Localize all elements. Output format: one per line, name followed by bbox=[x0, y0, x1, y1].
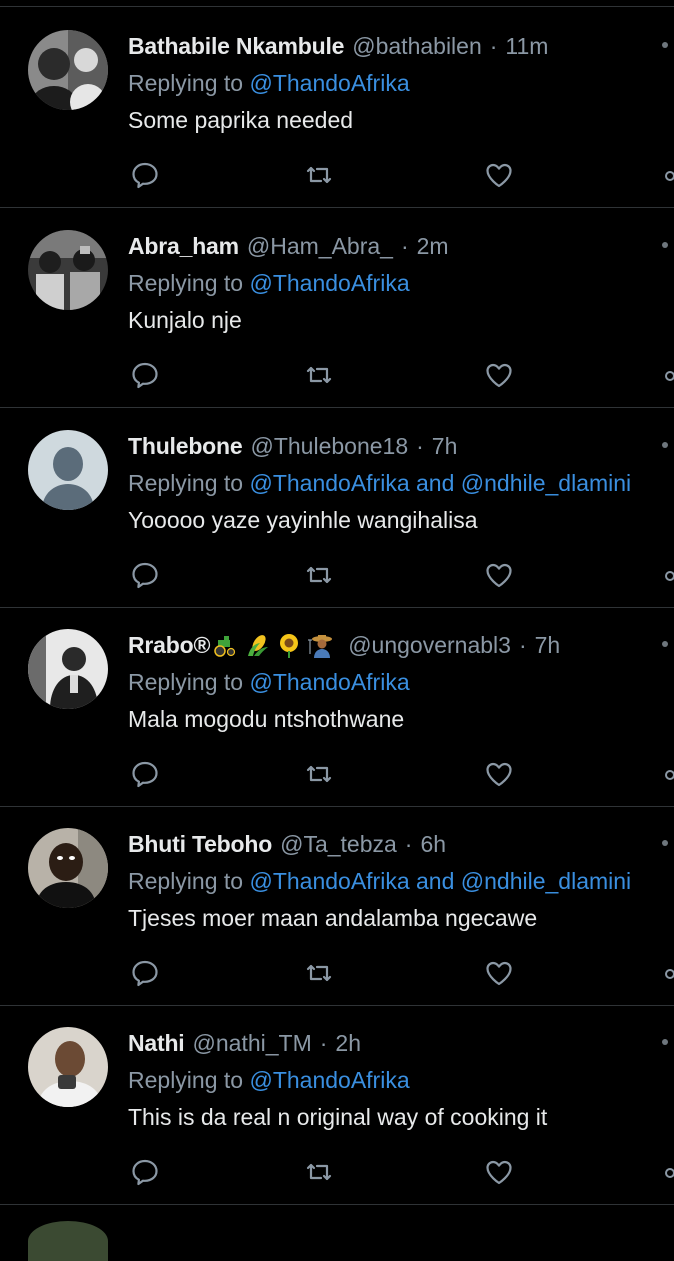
user-handle[interactable]: @Ham_Abra_ bbox=[247, 232, 393, 260]
tractor-emoji bbox=[214, 636, 236, 657]
tweet-actions bbox=[128, 560, 674, 592]
top-divider bbox=[0, 6, 674, 7]
separator-dot: · bbox=[518, 632, 527, 658]
avatar[interactable] bbox=[28, 1027, 108, 1107]
retweet-icon[interactable] bbox=[304, 1157, 334, 1187]
separator-dot: · bbox=[489, 33, 498, 59]
user-handle[interactable]: @nathi_TM bbox=[193, 1029, 312, 1057]
user-handle[interactable]: @Ta_tebza bbox=[280, 830, 397, 858]
share-icon[interactable] bbox=[662, 160, 674, 190]
replying-to-label: Replying to bbox=[128, 270, 250, 296]
more-icon[interactable] bbox=[662, 1039, 668, 1045]
avatar[interactable] bbox=[28, 230, 108, 310]
tweet-actions bbox=[128, 958, 674, 990]
tweet-text: Some paprika needed bbox=[128, 107, 354, 133]
more-icon[interactable] bbox=[662, 641, 668, 647]
reply-icon[interactable] bbox=[130, 160, 160, 190]
display-name[interactable]: Thulebone bbox=[128, 432, 243, 460]
tweet-text: Tjeses moer maan andalamba ngecawe bbox=[128, 905, 538, 931]
share-icon[interactable] bbox=[662, 759, 674, 789]
mention-link[interactable]: @ThandoAfrika bbox=[249, 70, 409, 96]
more-icon[interactable] bbox=[662, 442, 668, 448]
retweet-icon[interactable] bbox=[304, 160, 334, 190]
reply-tweet[interactable]: Abra_ham @Ham_Abra_ · 2m Replying to @Th… bbox=[0, 208, 674, 408]
more-icon[interactable] bbox=[662, 840, 668, 846]
retweet-icon[interactable] bbox=[304, 759, 334, 789]
avatar[interactable] bbox=[28, 629, 108, 709]
retweet-icon[interactable] bbox=[304, 958, 334, 988]
mention-link[interactable]: @ThandoAfrika bbox=[249, 270, 409, 296]
separator-dot: · bbox=[404, 831, 413, 857]
farmer-emoji bbox=[308, 635, 333, 658]
like-icon[interactable] bbox=[484, 958, 514, 988]
tweet-text: Kunjalo nje bbox=[128, 307, 242, 333]
reply-tweet[interactable]: Bhuti Teboho @Ta_tebza · 6h Replying to … bbox=[0, 806, 674, 1006]
more-icon[interactable] bbox=[662, 42, 668, 48]
like-icon[interactable] bbox=[484, 1157, 514, 1187]
tweet-actions bbox=[128, 160, 674, 192]
reply-icon[interactable] bbox=[130, 360, 160, 390]
timestamp[interactable]: 2h bbox=[335, 1029, 361, 1057]
share-icon[interactable] bbox=[662, 1157, 674, 1187]
tweet-actions bbox=[128, 360, 674, 392]
like-icon[interactable] bbox=[484, 560, 514, 590]
replying-to-label: Replying to bbox=[128, 470, 250, 496]
display-name[interactable]: Abra_ham bbox=[128, 232, 239, 260]
timestamp[interactable]: 2m bbox=[417, 232, 449, 260]
separator-dot: · bbox=[400, 233, 409, 259]
avatar[interactable] bbox=[28, 30, 108, 110]
reply-icon[interactable] bbox=[130, 759, 160, 789]
display-name[interactable]: Bhuti Teboho bbox=[128, 830, 272, 858]
replying-to-label: Replying to bbox=[128, 1067, 250, 1093]
timestamp[interactable]: 7h bbox=[535, 631, 561, 659]
display-name[interactable]: Nathi bbox=[128, 1029, 185, 1057]
corn-emoji bbox=[248, 635, 269, 656]
reply-tweet[interactable]: Bathabile Nkambule @bathabilen · 11m Rep… bbox=[0, 8, 674, 208]
reply-icon[interactable] bbox=[130, 560, 160, 590]
reply-tweet[interactable]: Rrabo® @ungovernabl3 · 7h Replying to @T… bbox=[0, 607, 674, 807]
retweet-icon[interactable] bbox=[304, 560, 334, 590]
avatar[interactable] bbox=[28, 828, 108, 908]
share-icon[interactable] bbox=[662, 560, 674, 590]
mention-link[interactable]: @ThandoAfrika bbox=[249, 669, 409, 695]
separator-dot: · bbox=[416, 433, 424, 459]
timestamp[interactable]: 7h bbox=[432, 432, 458, 460]
tweet-text: Mala mogodu ntshothwane bbox=[128, 706, 405, 732]
reply-icon[interactable] bbox=[130, 958, 160, 988]
mention-link[interactable]: @ThandoAfrika and @ndhile_dlamini bbox=[249, 470, 631, 496]
replying-to-label: Replying to bbox=[128, 669, 250, 695]
more-icon[interactable] bbox=[662, 242, 668, 248]
reply-tweet[interactable]: Nathi @nathi_TM · 2h Replying to @Thando… bbox=[0, 1005, 674, 1205]
display-name[interactable]: Bathabile Nkambule bbox=[128, 32, 344, 60]
replying-to-label: Replying to bbox=[128, 868, 250, 894]
name-emojis bbox=[212, 632, 340, 658]
like-icon[interactable] bbox=[484, 360, 514, 390]
user-handle[interactable]: @Thulebone18 bbox=[250, 432, 408, 460]
retweet-icon[interactable] bbox=[304, 360, 334, 390]
mention-link[interactable]: @ThandoAfrika bbox=[249, 1067, 409, 1093]
display-name[interactable]: Rrabo® bbox=[128, 631, 210, 659]
tweet-text: This is da real n original way of cookin… bbox=[128, 1104, 548, 1130]
mention-link[interactable]: @ThandoAfrika and @ndhile_dlamini bbox=[249, 868, 631, 894]
separator-dot: · bbox=[319, 1030, 328, 1056]
tweet-text: Yooooo yaze yayinhle wangihalisa bbox=[128, 507, 478, 533]
share-icon[interactable] bbox=[662, 360, 674, 390]
avatar[interactable] bbox=[28, 1221, 108, 1261]
like-icon[interactable] bbox=[484, 160, 514, 190]
user-handle[interactable]: @bathabilen bbox=[352, 32, 482, 60]
timestamp[interactable]: 11m bbox=[505, 32, 548, 60]
sunflower-emoji bbox=[280, 634, 299, 658]
tweet-actions bbox=[128, 759, 674, 791]
user-handle[interactable]: @ungovernabl3 bbox=[348, 631, 511, 659]
reply-tweet[interactable]: Thulebone @Thulebone18 · 7h Replying to … bbox=[0, 408, 674, 608]
share-icon[interactable] bbox=[662, 958, 674, 988]
avatar[interactable] bbox=[28, 430, 108, 510]
like-icon[interactable] bbox=[484, 759, 514, 789]
tweet-actions bbox=[128, 1157, 674, 1189]
reply-icon[interactable] bbox=[130, 1157, 160, 1187]
replying-to-label: Replying to bbox=[128, 70, 250, 96]
timestamp[interactable]: 6h bbox=[420, 830, 446, 858]
